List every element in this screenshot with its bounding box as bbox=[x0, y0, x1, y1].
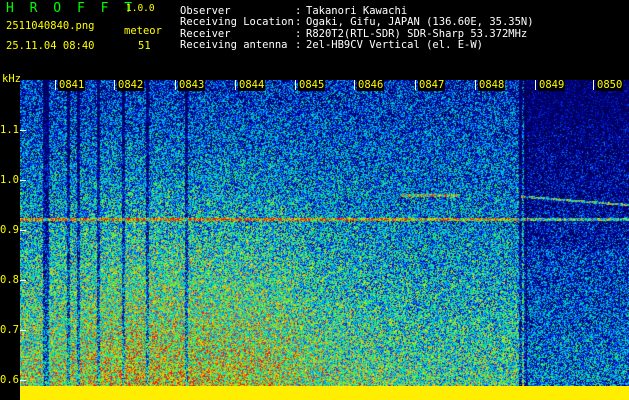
y-axis-unit: kHz bbox=[2, 73, 21, 85]
meta-colon: : bbox=[295, 39, 302, 51]
x-tick bbox=[295, 80, 296, 90]
x-tick-label: 0845 bbox=[298, 79, 326, 91]
meta-value-observer: Takanori Kawachi bbox=[306, 5, 408, 17]
x-tick-label: 0842 bbox=[117, 79, 145, 91]
x-tick-label: 0850 bbox=[596, 79, 624, 91]
meta-key-antenna: Receiving antenna bbox=[180, 39, 288, 51]
y-tick bbox=[20, 380, 26, 381]
meta-key-receiver: Receiver bbox=[180, 28, 231, 40]
meta-value-receiver: R820T2(RTL-SDR) SDR-Sharp 53.372MHz bbox=[306, 28, 528, 40]
y-tick bbox=[20, 230, 26, 231]
x-tick bbox=[354, 80, 355, 90]
x-tick-label: 0848 bbox=[478, 79, 506, 91]
y-tick bbox=[20, 130, 26, 131]
y-tick-label: 0.7 bbox=[0, 324, 19, 336]
x-tick bbox=[235, 80, 236, 90]
x-tick bbox=[415, 80, 416, 90]
event-count: 51 bbox=[138, 40, 151, 52]
y-tick bbox=[20, 180, 26, 181]
y-tick-label: 1.1 bbox=[0, 124, 19, 136]
spectrogram-plot bbox=[20, 80, 629, 386]
x-tick bbox=[175, 80, 176, 90]
x-tick bbox=[55, 80, 56, 90]
meta-colon: : bbox=[295, 28, 302, 40]
x-tick-label: 0849 bbox=[538, 79, 566, 91]
meta-colon: : bbox=[295, 16, 302, 28]
meta-key-location: Receiving Location bbox=[180, 16, 294, 28]
meta-colon: : bbox=[295, 5, 302, 17]
x-tick-label: 0844 bbox=[238, 79, 266, 91]
x-tick bbox=[475, 80, 476, 90]
y-tick-label: 0.8 bbox=[0, 274, 19, 286]
y-tick-label: 0.9 bbox=[0, 224, 19, 236]
meta-key-observer: Observer bbox=[180, 5, 231, 17]
x-tick bbox=[535, 80, 536, 90]
file-name: 2511040840.png bbox=[6, 20, 95, 32]
capture-datetime: 25.11.04 08:40 bbox=[6, 40, 95, 52]
x-tick-label: 0847 bbox=[418, 79, 446, 91]
x-tick-label: 0846 bbox=[357, 79, 385, 91]
meta-value-antenna: 2el-HB9CV Vertical (el. E-W) bbox=[306, 39, 484, 51]
y-tick-label: 1.0 bbox=[0, 174, 19, 186]
x-tick-label: 0841 bbox=[58, 79, 86, 91]
event-type-label: meteor bbox=[124, 25, 162, 37]
y-tick-label: 0.6 bbox=[0, 374, 19, 386]
app-brand: H R O F F T bbox=[6, 1, 137, 16]
meta-value-location: Ogaki, Gifu, JAPAN (136.60E, 35.35N) bbox=[306, 16, 534, 28]
noise-floor-band bbox=[20, 386, 629, 400]
y-tick bbox=[20, 330, 26, 331]
y-tick bbox=[20, 280, 26, 281]
app-version: 1.0.0 bbox=[126, 3, 155, 14]
x-tick-label: 0843 bbox=[178, 79, 206, 91]
x-tick bbox=[114, 80, 115, 90]
x-tick bbox=[593, 80, 594, 90]
